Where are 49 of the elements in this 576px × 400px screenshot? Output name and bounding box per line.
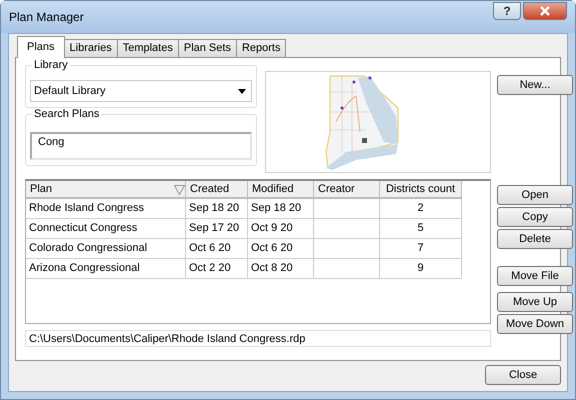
table-cell: 2: [380, 199, 462, 219]
dropdown-arrow-icon: [238, 88, 246, 94]
table-cell: Connecticut Congress: [26, 219, 186, 239]
table-cell: Oct 6 20: [186, 239, 248, 259]
table-cell: Oct 8 20: [248, 259, 314, 279]
empty-cell: [314, 219, 380, 239]
table-cell: 9: [380, 259, 462, 279]
empty-cell: [314, 239, 380, 259]
help-button[interactable]: ?: [493, 2, 521, 20]
column-header[interactable]: Modified: [248, 181, 314, 199]
group-label: Library: [32, 59, 70, 71]
table-cell: Sep 18 20: [186, 199, 248, 219]
search-field[interactable]: Cong: [30, 132, 252, 160]
action-button[interactable]: Copy: [497, 207, 573, 227]
dialog-button[interactable]: Close: [485, 365, 561, 385]
empty-cell: [314, 259, 380, 279]
column-header[interactable]: Plan: [26, 181, 186, 199]
table-cell: 7: [380, 239, 462, 259]
sort-icon: [174, 185, 185, 195]
file-path-field: C:\Users\Documents\Caliper\Rhode Island Congress.rdp: [25, 330, 491, 347]
table-cell: Arizona Congressional: [26, 259, 186, 279]
group-label: Search Plans: [32, 108, 102, 120]
empty-cell: [314, 199, 380, 219]
table-cell: Sep 18 20: [248, 199, 314, 219]
action-button[interactable]: New...: [497, 75, 573, 95]
tab[interactable]: Templates: [116, 39, 179, 57]
action-button[interactable]: Open: [497, 185, 573, 205]
close-icon: [539, 6, 551, 16]
table-cell: Oct 2 20: [186, 259, 248, 279]
table-cell: Rhode Island Congress: [26, 199, 186, 219]
column-header[interactable]: Creator: [314, 181, 380, 199]
action-button[interactable]: Move Down: [497, 314, 573, 334]
library-dropdown[interactable]: Default Library: [30, 80, 252, 102]
action-button[interactable]: Move File: [497, 266, 573, 286]
tab[interactable]: Plan Sets: [178, 39, 237, 57]
column-header[interactable]: Districts count: [380, 181, 462, 199]
action-button[interactable]: Delete: [497, 229, 573, 249]
tab[interactable]: Reports: [236, 39, 286, 57]
column-header[interactable]: Created: [186, 181, 248, 199]
action-button[interactable]: Move Up: [497, 292, 573, 312]
table-cell: Oct 6 20: [248, 239, 314, 259]
table-cell: Oct 9 20: [248, 219, 314, 239]
tab[interactable]: Plans: [17, 36, 65, 58]
table-cell: 5: [380, 219, 462, 239]
table-cell: Colorado Congressional: [26, 239, 186, 259]
tab[interactable]: Libraries: [64, 39, 118, 57]
window-title: Plan Manager: [9, 10, 84, 24]
table-cell: Sep 17 20: [186, 219, 248, 239]
close-button[interactable]: [523, 2, 567, 20]
